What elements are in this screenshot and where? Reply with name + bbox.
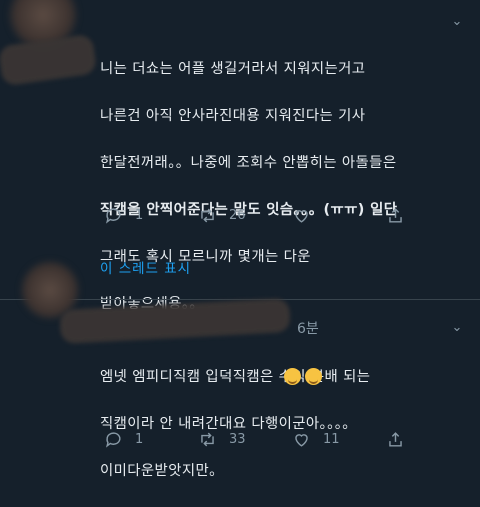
retweet-icon xyxy=(201,432,214,447)
reply-button[interactable]: 1 xyxy=(104,206,198,225)
chevron-down-icon[interactable]: ⌄ xyxy=(448,318,466,336)
retweet-button[interactable]: 26 xyxy=(198,206,292,225)
retweet-icon xyxy=(201,208,214,223)
like-button[interactable] xyxy=(292,206,386,225)
share-button[interactable] xyxy=(386,206,480,225)
hugging-face-emoji-icon xyxy=(305,368,322,385)
share-icon xyxy=(389,208,402,223)
like-button[interactable]: 11 xyxy=(292,430,386,449)
retweet-count: 33 xyxy=(229,432,246,447)
tweet-line: 니는 더쇼는 어플 생길거라서 지워지는거고 xyxy=(100,60,366,77)
tweet-line: 이미다운받앗지만。 xyxy=(100,462,224,479)
tweet-text: 엠넷 엠피디직캠 입덕직캠은 수익 분배 되는 직캠이라 안 내려간대요 다행이… xyxy=(100,342,460,507)
reply-count: 1 xyxy=(135,432,144,447)
retweet-count: 26 xyxy=(229,208,246,223)
tweet-timestamp[interactable]: 6분 xyxy=(297,318,319,338)
reply-count: 1 xyxy=(135,208,144,223)
reply-icon xyxy=(105,432,121,448)
redacted-avatar-mark xyxy=(0,33,98,87)
tweet-actions: 1 33 11 xyxy=(104,430,480,449)
tweet-1[interactable]: ⌄ 니는 더쇼는 어플 생길거라서 지워지는거고 나른건 아직 안사라진대용 지… xyxy=(0,0,480,312)
reply-icon xyxy=(105,208,121,224)
tweet-line: 나른건 아직 안사라진대용 지워진다는 기사 xyxy=(100,107,366,124)
heart-icon xyxy=(295,210,308,223)
share-button[interactable] xyxy=(386,430,480,449)
chevron-down-icon[interactable]: ⌄ xyxy=(448,12,466,30)
tweet-line: 한달전꺼래。。나중에 조회수 안뽑히는 아돌들은 xyxy=(100,154,397,171)
tweet-2[interactable]: 6분 ⌄ 엠넷 엠피디직캠 입덕직캠은 수익 분배 되는 직캠이라 안 내려간대… xyxy=(0,260,480,479)
heart-icon xyxy=(295,434,308,447)
reply-button[interactable]: 1 xyxy=(104,430,198,449)
share-icon xyxy=(389,432,402,447)
tweet-text: 니는 더쇼는 어플 생길거라서 지워지는거고 나른건 아직 안사라진대용 지워진… xyxy=(100,34,460,340)
tweet-actions: 1 26 xyxy=(104,206,480,225)
redacted-username-mark xyxy=(59,298,291,344)
retweet-button[interactable]: 33 xyxy=(198,430,292,449)
like-count: 11 xyxy=(323,432,340,447)
tweet-line: 엠넷 엠피디직캠 입덕직캠은 수익 분배 되는 xyxy=(100,368,371,385)
hugging-face-emoji-icon xyxy=(284,368,301,385)
show-thread-link[interactable]: 이 스레드 표시 xyxy=(100,257,191,277)
